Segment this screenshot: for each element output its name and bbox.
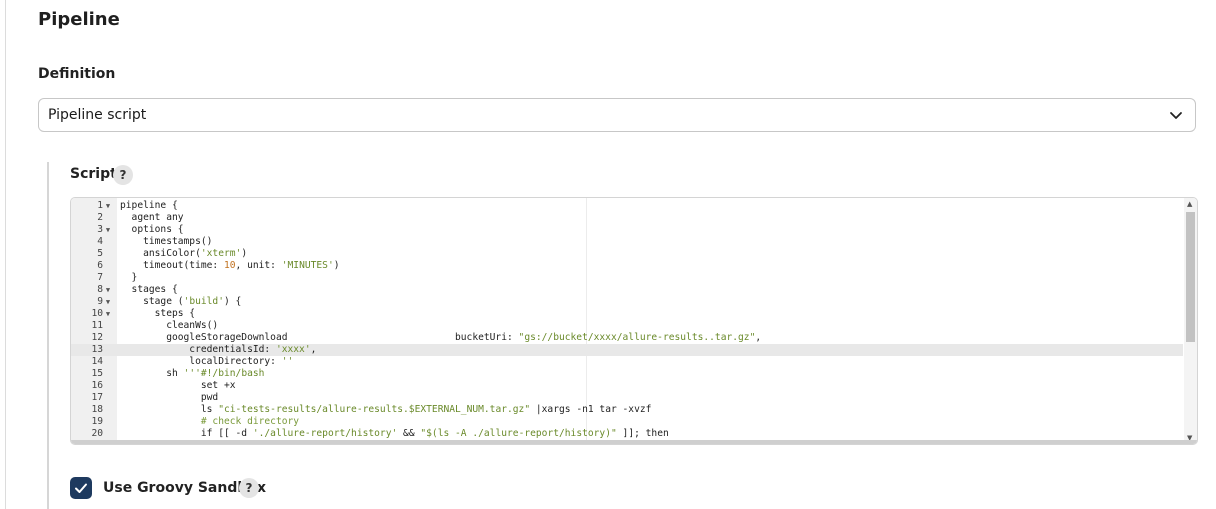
code-text: localDirectory: '' (120, 356, 294, 367)
code-line[interactable]: 16 set +x (71, 380, 1183, 392)
line-number: 13 (91, 344, 103, 355)
code-line[interactable]: 1 ▼ pipeline { (71, 200, 1183, 212)
editor-lines: 1 ▼ pipeline {2 agent any 3 ▼ options {4 tim… (71, 200, 1183, 444)
editor-horizontal-scrollbar[interactable] (71, 440, 1197, 444)
code-text: pwd (120, 392, 219, 403)
code-line[interactable]: 5 ansiColor('xterm') (71, 248, 1183, 260)
code-line[interactable]: 20 if [[ -d './allure-report/history' &&… (71, 428, 1183, 440)
fold-toggle-icon[interactable]: ▼ (103, 200, 113, 212)
line-number: 15 (91, 368, 103, 379)
code-line[interactable]: 10 ▼ steps { (71, 308, 1183, 320)
code-line[interactable]: 19 # check directory (71, 416, 1183, 428)
definition-label: Definition (38, 66, 116, 82)
line-number: 18 (91, 404, 103, 415)
code-text: # check directory (120, 416, 300, 427)
code-text: stages { (120, 284, 178, 295)
code-line[interactable]: 15 sh '''#!/bin/bash (71, 368, 1183, 380)
line-number: 19 (91, 416, 103, 427)
code-line[interactable]: 14 localDirectory: '' (71, 356, 1183, 368)
code-text: timestamps() (120, 236, 213, 247)
definition-select[interactable]: Pipeline script (38, 98, 1196, 132)
line-number: 17 (91, 392, 103, 403)
line-number: 11 (91, 320, 103, 331)
line-number: 10 (91, 308, 103, 319)
line-number: 1 (97, 200, 103, 211)
code-line[interactable]: 4 timestamps() (71, 236, 1183, 248)
code-text: options { (120, 224, 184, 235)
fold-toggle-icon[interactable]: ▼ (103, 224, 113, 236)
code-line[interactable]: 2 agent any (71, 212, 1183, 224)
fold-toggle-icon[interactable]: ▼ (103, 296, 113, 308)
checkmark-icon (75, 483, 87, 493)
line-number: 6 (97, 260, 103, 271)
code-line[interactable]: 17 pwd (71, 392, 1183, 404)
code-text: cleanWs() (120, 320, 219, 331)
code-text: googleStorageDownload bucketUri: "gs://b… (120, 332, 762, 343)
code-text: if [[ -d './allure-report/history' && "$… (120, 428, 669, 439)
code-text: stage ('build') { (120, 296, 242, 307)
line-number: 3 (97, 224, 103, 235)
line-number: 14 (91, 356, 103, 367)
code-text: set +x (120, 380, 236, 391)
nested-section-indicator (47, 162, 49, 509)
line-number: 12 (91, 332, 103, 343)
code-text: steps { (120, 308, 196, 319)
code-line[interactable]: 8 ▼ stages { (71, 284, 1183, 296)
fold-toggle-icon[interactable]: ▼ (103, 308, 113, 320)
line-number: 8 (97, 284, 103, 295)
definition-selected-value: Pipeline script (48, 107, 147, 123)
line-number: 16 (91, 380, 103, 391)
code-line[interactable]: 9 ▼ stage ('build') { (71, 296, 1183, 308)
section-title: Pipeline (38, 9, 120, 30)
sandbox-help-icon[interactable]: ? (239, 478, 259, 498)
code-line[interactable]: 6 timeout(time: 10, unit: 'MINUTES') (71, 260, 1183, 272)
editor-vertical-scrollbar[interactable]: ▲ ▼ (1184, 198, 1197, 444)
script-help-icon[interactable]: ? (113, 165, 133, 185)
line-number: 7 (97, 272, 103, 283)
code-line[interactable]: 12 googleStorageDownload bucketUri: "gs:… (71, 332, 1183, 344)
code-text: } (120, 272, 138, 283)
script-editor[interactable]: 1 ▼ pipeline {2 agent any 3 ▼ options {4 tim… (70, 197, 1198, 445)
groovy-sandbox-checkbox[interactable] (70, 477, 92, 499)
line-number: 9 (97, 296, 103, 307)
fold-toggle-icon[interactable]: ▼ (103, 284, 113, 296)
line-number: 5 (97, 248, 103, 259)
scroll-up-icon[interactable]: ▲ (1187, 200, 1192, 208)
scrollbar-thumb[interactable] (1186, 212, 1195, 342)
code-line[interactable]: 18 ls "ci-tests-results/allure-results.$… (71, 404, 1183, 416)
code-text: pipeline { (120, 200, 178, 211)
page-left-border (5, 0, 6, 509)
code-line[interactable]: 7 } (71, 272, 1183, 284)
code-text: credentialsId: 'xxxx', (120, 344, 317, 355)
code-line[interactable]: 11 cleanWs() (71, 320, 1183, 332)
chevron-down-icon (1170, 112, 1182, 119)
code-text: sh '''#!/bin/bash (120, 368, 265, 379)
code-text: ansiColor('xterm') (120, 248, 248, 259)
code-line[interactable]: 13 credentialsId: 'xxxx', (71, 344, 1183, 356)
code-line[interactable]: 3 ▼ options { (71, 224, 1183, 236)
line-number: 2 (97, 212, 103, 223)
code-text: agent any (120, 212, 184, 223)
script-label: Script (70, 166, 117, 182)
code-text: ls "ci-tests-results/allure-results.$EXT… (120, 404, 652, 415)
code-text: timeout(time: 10, unit: 'MINUTES') (120, 260, 340, 271)
line-number: 20 (91, 428, 103, 439)
line-number: 4 (97, 236, 103, 247)
